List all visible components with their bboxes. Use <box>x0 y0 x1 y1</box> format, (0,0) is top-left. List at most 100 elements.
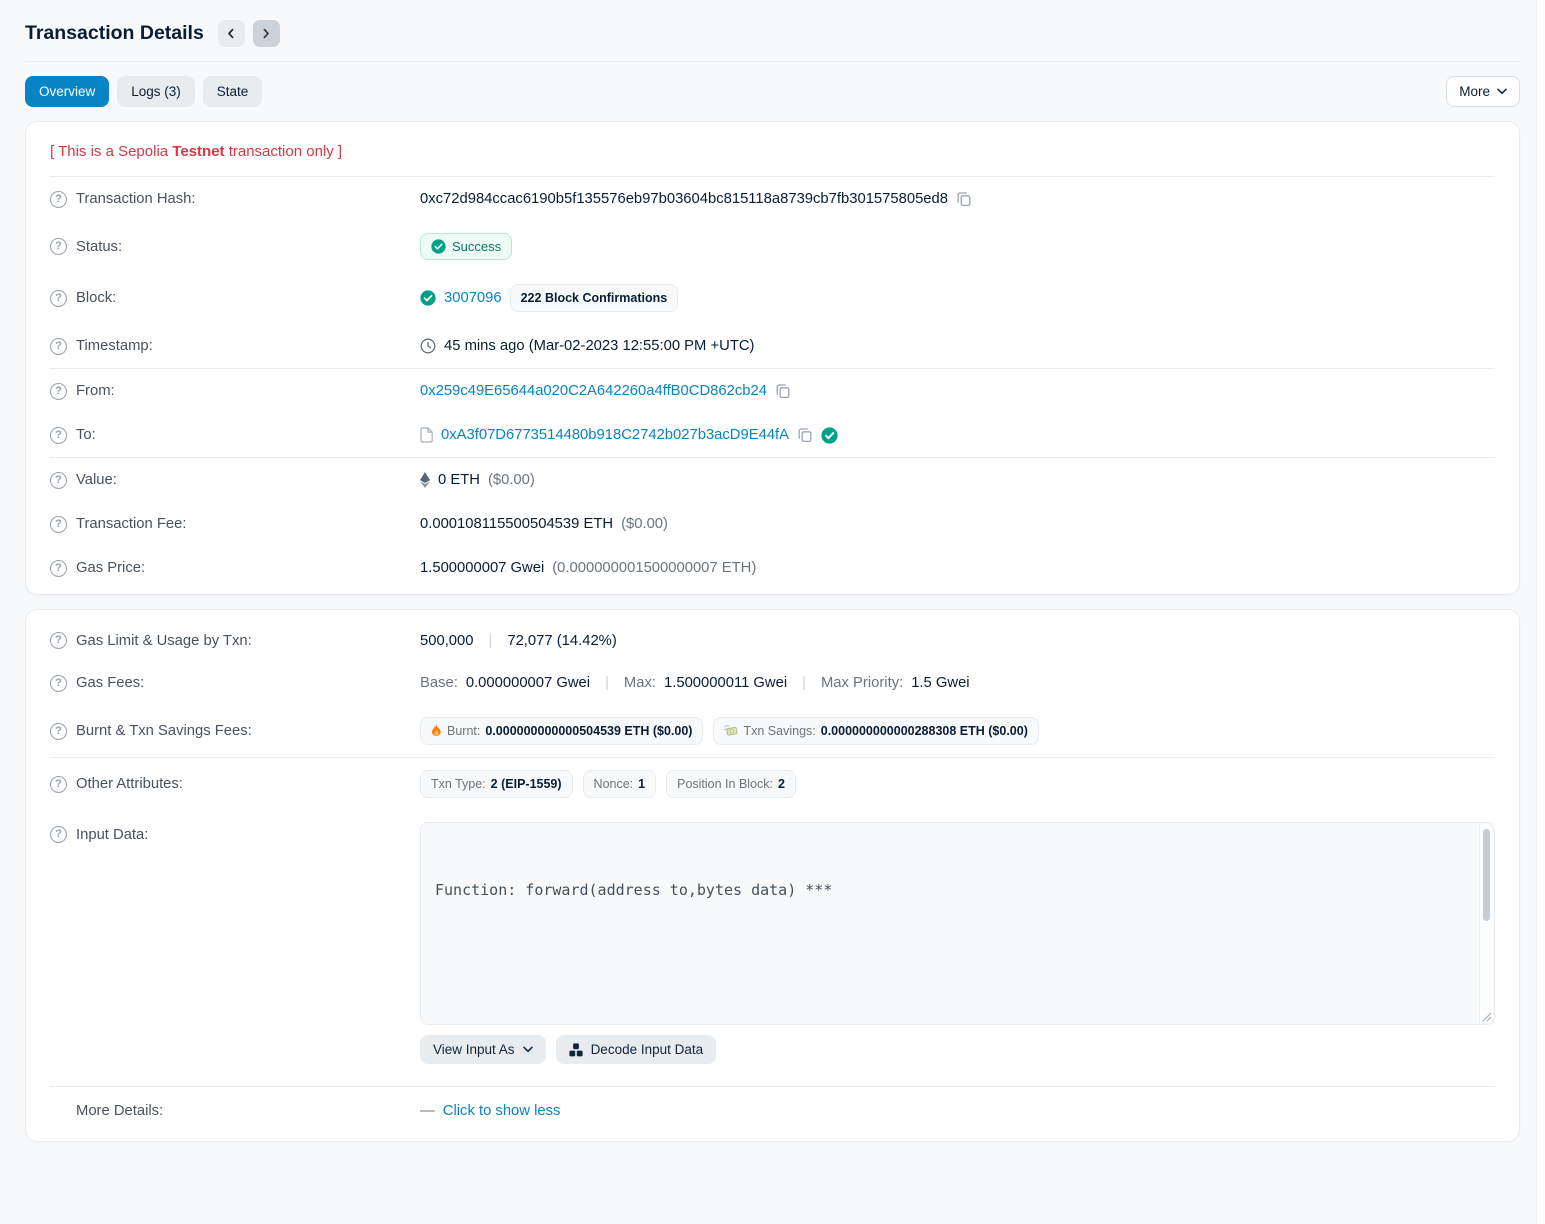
value-amount: 0 ETH <box>438 472 480 488</box>
base-fee-label: Base: <box>420 675 458 691</box>
chevron-down-icon <box>523 1046 533 1053</box>
copy-icon <box>775 383 791 399</box>
copy-from-button[interactable] <box>775 383 791 399</box>
input-data-line: MethodID: 0x6fadcf72 <box>435 1022 1468 1025</box>
help-icon: ? <box>50 191 67 208</box>
from-address-link[interactable]: 0x259c49E65644a020C2A642260a4ffB0CD862cb… <box>420 383 767 399</box>
prev-transaction-button[interactable] <box>218 20 245 47</box>
value-row: ? Value: 0 ETH ($0.00) <box>50 458 1495 502</box>
input-data-label: Input Data: <box>76 827 148 843</box>
burnt-value: 0.000000000000504539 ETH ($0.00) <box>485 724 692 738</box>
gas-limit-value: 500,000 <box>420 633 474 649</box>
from-label: From: <box>76 383 115 399</box>
contract-file-icon <box>420 427 433 443</box>
verified-check-icon <box>821 427 838 444</box>
money-wings-icon <box>724 725 738 737</box>
testnet-notice-bold: Testnet <box>172 143 224 160</box>
block-label: Block: <box>76 290 116 306</box>
burnt-savings-row: ? Burnt & Txn Savings Fees: Burnt: 0.000… <box>50 705 1495 757</box>
max-fee-value: 1.500000011 Gwei <box>664 675 787 691</box>
block-number-link[interactable]: 3007096 <box>444 290 502 306</box>
position-in-block-badge: Position In Block: 2 <box>666 770 796 798</box>
input-scrollbar-track[interactable] <box>1479 824 1493 1023</box>
help-icon: ? <box>50 338 67 355</box>
copy-icon <box>797 427 813 443</box>
txn-savings-badge: Txn Savings: 0.000000000000288308 ETH ($… <box>713 717 1038 745</box>
gas-price-row: ? Gas Price: 1.500000007 Gwei (0.0000000… <box>50 546 1495 590</box>
gas-price-eth: (0.000000001500000007 ETH) <box>552 560 756 576</box>
timestamp-value: 45 mins ago (Mar-02-2023 12:55:00 PM +UT… <box>444 338 754 354</box>
pipe-separator: | <box>598 675 616 691</box>
more-dropdown-button[interactable]: More <box>1446 76 1520 107</box>
other-attributes-row: ? Other Attributes: Txn Type: 2 (EIP-155… <box>50 758 1495 810</box>
page-scrollbar-gutter[interactable] <box>1536 0 1545 1224</box>
gas-fees-row: ? Gas Fees: Base: 0.000000007 Gwei | Max… <box>50 661 1495 705</box>
next-transaction-button[interactable] <box>253 20 280 47</box>
burnt-badge: Burnt: 0.000000000000504539 ETH ($0.00) <box>420 717 703 745</box>
gas-price-label: Gas Price: <box>76 560 145 576</box>
transaction-hash-value: 0xc72d984ccac6190b5f135576eb97b03604bc81… <box>420 191 948 207</box>
gas-fees-label: Gas Fees: <box>76 675 144 691</box>
txn-savings-value: 0.000000000000288308 ETH ($0.00) <box>821 724 1028 738</box>
show-less-link[interactable]: Click to show less <box>443 1103 561 1119</box>
help-icon: ? <box>50 516 67 533</box>
help-icon: ? <box>50 826 67 843</box>
pipe-separator: | <box>795 675 813 691</box>
status-label: Status: <box>76 239 122 255</box>
blocks-icon <box>569 1043 583 1057</box>
page-title: Transaction Details <box>25 22 204 45</box>
gas-used-value: 72,077 (14.42%) <box>507 633 616 649</box>
resize-handle-icon[interactable] <box>1480 1010 1492 1022</box>
help-icon: ? <box>50 632 67 649</box>
help-icon: ? <box>50 723 67 740</box>
transaction-details-page: Transaction Details Overview Logs (3) St… <box>0 0 1545 1142</box>
to-label: To: <box>76 427 96 443</box>
decode-input-data-button[interactable]: Decode Input Data <box>556 1035 717 1064</box>
gas-limit-row: ? Gas Limit & Usage by Txn: 500,000 | 72… <box>50 614 1495 661</box>
max-fee-label: Max: <box>624 675 656 691</box>
txn-type-badge: Txn Type: 2 (EIP-1559) <box>420 770 573 798</box>
block-confirmations-badge: 222 Block Confirmations <box>510 284 679 312</box>
chevron-down-icon <box>1497 88 1507 95</box>
gas-limit-label: Gas Limit & Usage by Txn: <box>76 633 252 649</box>
check-circle-icon <box>420 290 436 306</box>
more-label: More <box>1459 84 1490 99</box>
tab-logs[interactable]: Logs (3) <box>117 76 195 107</box>
timestamp-label: Timestamp: <box>76 338 153 354</box>
tab-bar: Overview Logs (3) State More <box>25 62 1520 121</box>
status-row: ? Status: Success <box>50 221 1495 272</box>
value-label: Value: <box>76 472 117 488</box>
from-row: ? From: 0x259c49E65644a020C2A642260a4ffB… <box>50 369 1495 413</box>
testnet-notice: [ This is a Sepolia Testnet transaction … <box>50 126 1495 176</box>
status-value: Success <box>452 239 501 254</box>
help-icon: ? <box>50 776 67 793</box>
pipe-separator: | <box>482 633 500 649</box>
transaction-hash-row: ? Transaction Hash: 0xc72d984ccac6190b5f… <box>50 177 1495 221</box>
input-scrollbar-thumb[interactable] <box>1483 829 1490 921</box>
burnt-savings-label: Burnt & Txn Savings Fees: <box>76 723 252 739</box>
dash-icon: — <box>420 1103 435 1119</box>
transaction-fee-label: Transaction Fee: <box>76 516 186 532</box>
to-row: ? To: 0xA3f07D6773514480b918C2742b027b3a… <box>50 413 1495 457</box>
to-address-link[interactable]: 0xA3f07D6773514480b918C2742b027b3acD9E44… <box>441 427 789 443</box>
value-usd: ($0.00) <box>488 472 535 488</box>
transaction-fee-amount: 0.000108115500504539 ETH <box>420 516 613 532</box>
transaction-fee-row: ? Transaction Fee: 0.000108115500504539 … <box>50 502 1495 546</box>
fire-icon <box>431 724 442 738</box>
view-input-as-button[interactable]: View Input As <box>420 1035 546 1064</box>
help-icon: ? <box>50 560 67 577</box>
input-data-textarea[interactable]: Function: forward(address to,bytes data)… <box>420 822 1495 1025</box>
tab-overview[interactable]: Overview <box>25 76 109 107</box>
tab-state[interactable]: State <box>203 76 263 107</box>
more-details-label: More Details: <box>76 1103 163 1119</box>
status-badge: Success <box>420 233 512 260</box>
input-data-line <box>435 950 1468 974</box>
copy-hash-button[interactable] <box>956 191 972 207</box>
eth-icon <box>420 472 430 488</box>
input-data-line: Function: forward(address to,bytes data)… <box>435 878 1468 902</box>
overview-card: [ This is a Sepolia Testnet transaction … <box>25 121 1520 595</box>
gas-price-amount: 1.500000007 Gwei <box>420 560 544 576</box>
copy-to-button[interactable] <box>797 427 813 443</box>
title-bar: Transaction Details <box>25 12 1520 61</box>
txn-savings-label: Txn Savings: <box>743 724 815 738</box>
